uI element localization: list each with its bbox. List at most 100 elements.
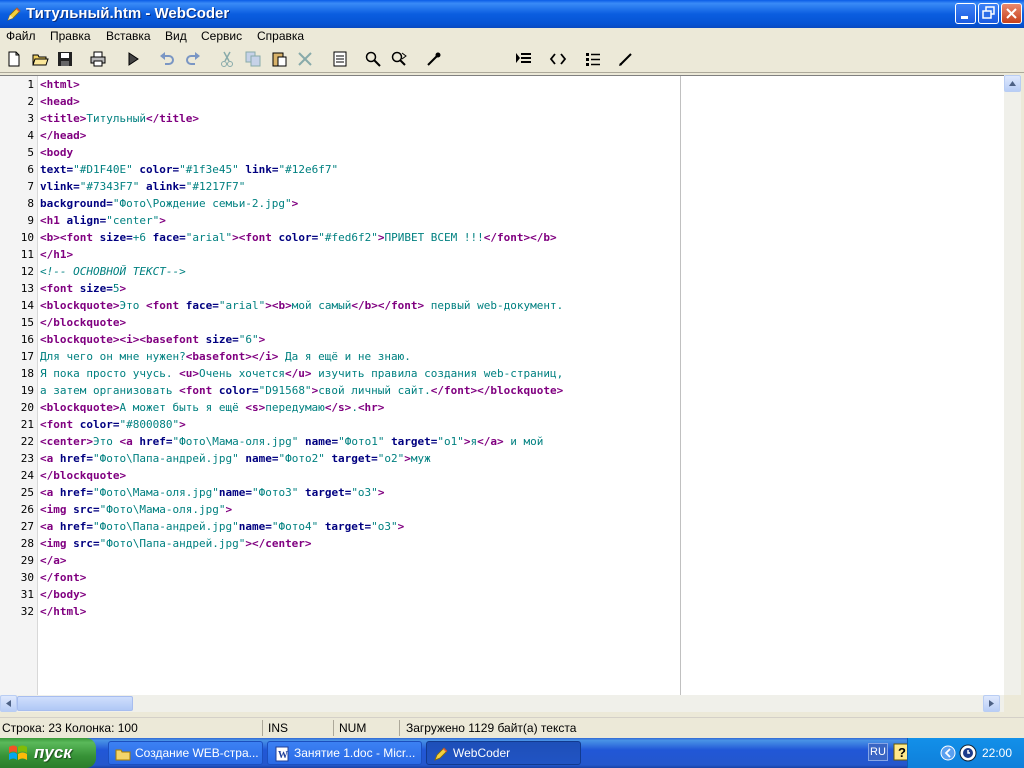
code-token: <s>	[245, 401, 266, 414]
code-line[interactable]: text="#D1F40E" color="#1f3e45" link="#12…	[40, 163, 338, 177]
menu-insert[interactable]: Вставка	[106, 29, 151, 43]
code-token: </h1>	[40, 248, 74, 261]
code-line[interactable]: Я пока просто учусь. <u>Очень хочется</u…	[40, 367, 563, 381]
code-line[interactable]: <img src="Фото\Папа-андрей.jpg"></center…	[40, 537, 312, 551]
code-token: Я пока просто учусь.	[40, 367, 180, 380]
code-line[interactable]: background="Фото\Рождение семьи-2.jpg">	[40, 197, 298, 211]
language-indicator[interactable]: RU	[868, 743, 888, 761]
close-button[interactable]	[1001, 3, 1022, 24]
code-line[interactable]: <title>Титульный</title>	[40, 112, 199, 126]
code-token: первый web-документ.	[424, 299, 564, 312]
title-bar[interactable]: Титульный.htm - WebCoder	[0, 0, 1024, 28]
code-line[interactable]: Для чего он мне нужен?<basefont></i> Да …	[40, 350, 411, 364]
code-token: </blockquote>	[40, 316, 127, 329]
code-token: <title>	[40, 112, 87, 125]
start-label: пуск	[34, 743, 72, 762]
code-line[interactable]: <b><font size=+6 face="arial"><font colo…	[40, 231, 557, 245]
delete-icon[interactable]	[296, 50, 314, 68]
code-line[interactable]: <img src="Фото\Мама-оля.jpg">	[40, 503, 232, 517]
taskbar: пуск Создание WEB-стра... W Занятие 1.do…	[0, 738, 1024, 768]
code-line[interactable]: </font>	[40, 571, 86, 585]
code-token: <img	[40, 503, 67, 516]
code-line[interactable]: </a>	[40, 554, 67, 568]
code-line[interactable]: </blockquote>	[40, 469, 126, 483]
cut-icon[interactable]	[218, 50, 236, 68]
code-line[interactable]: <blockquote><i><basefont size="6">	[40, 333, 265, 347]
task-button-word[interactable]: W Занятие 1.doc - Micr...	[267, 741, 422, 765]
code-area[interactable]: <html> <head> <title>Титульный</title> </he…	[40, 76, 680, 696]
line-number: 21	[20, 418, 34, 431]
start-button[interactable]: пуск	[0, 738, 96, 768]
vertical-scrollbar[interactable]	[1004, 75, 1021, 695]
menu-service[interactable]: Сервис	[201, 29, 242, 43]
horizontal-scrollbar[interactable]	[0, 695, 1004, 712]
code-line[interactable]: <a href="Фото\Мама-оля.jpg"name="Фото3" …	[40, 486, 384, 500]
pen-icon[interactable]	[617, 50, 635, 68]
menu-bar: Файл Правка Вставка Вид Сервис Справка	[0, 28, 1024, 46]
code-line[interactable]: <center>Это <a href="Фото\Мама-оля.jpg" …	[40, 435, 543, 449]
code-line[interactable]: <a href="Фото\Папа-андрей.jpg"name="Фото…	[40, 520, 404, 534]
scroll-left-button[interactable]	[0, 695, 17, 712]
restore-icon	[982, 6, 995, 19]
code-token: src=	[73, 503, 100, 516]
tag-brackets-icon[interactable]	[549, 50, 567, 68]
code-line[interactable]: <head>	[40, 95, 80, 109]
paste-icon[interactable]	[270, 50, 288, 68]
code-line[interactable]: <html>	[40, 78, 80, 92]
list-options-icon[interactable]	[584, 50, 602, 68]
code-line[interactable]: <blockquote>Это <font face="arial"><b>мо…	[40, 299, 563, 313]
task-button-webcoder[interactable]: WebCoder	[426, 741, 581, 765]
copy-icon[interactable]	[244, 50, 262, 68]
code-line[interactable]: <h1 align="center">	[40, 214, 166, 228]
print-icon[interactable]	[89, 50, 107, 68]
horizontal-scroll-thumb[interactable]	[17, 696, 133, 711]
task-button-browser[interactable]: Создание WEB-стра...	[108, 741, 263, 765]
code-token: .	[351, 401, 358, 414]
replace-icon[interactable]	[390, 50, 408, 68]
save-icon[interactable]	[56, 50, 74, 68]
code-line[interactable]: а затем организовать <font color="D91568…	[40, 384, 563, 398]
code-line[interactable]: <font size=5>	[40, 282, 126, 296]
run-preview-icon[interactable]	[124, 50, 142, 68]
code-line[interactable]: </h1>	[40, 248, 73, 262]
open-folder-icon[interactable]	[31, 50, 49, 68]
code-line[interactable]: <font color="#800080">	[40, 418, 186, 432]
code-token: "#fed6f2"	[318, 231, 378, 244]
menu-file[interactable]: Файл	[6, 29, 36, 43]
color-picker-icon[interactable]	[425, 50, 443, 68]
line-number: 29	[20, 554, 34, 567]
code-line[interactable]: </html>	[40, 605, 86, 619]
code-token: <font	[145, 299, 180, 312]
clock-app-icon[interactable]	[959, 744, 977, 762]
code-line[interactable]: </head>	[40, 129, 86, 143]
menu-view[interactable]: Вид	[165, 29, 187, 43]
menu-edit[interactable]: Правка	[50, 29, 91, 43]
menu-help[interactable]: Справка	[257, 29, 304, 43]
font-size-list-icon[interactable]	[515, 50, 533, 68]
code-token: align=	[66, 214, 107, 227]
minimize-button[interactable]	[955, 3, 976, 24]
code-line[interactable]: </body>	[40, 588, 86, 602]
new-file-icon[interactable]	[5, 50, 23, 68]
undo-icon[interactable]	[158, 50, 176, 68]
code-line[interactable]: <!-- ОСНОВНОЙ ТЕКСТ-->	[40, 265, 186, 279]
scroll-up-button[interactable]	[1004, 75, 1021, 92]
scroll-right-button[interactable]	[983, 695, 1000, 712]
code-editor[interactable]: 1 2 3 4 5 6 7 8 9 10 11 12 13 14 15 16 17 18 19 20 21 22 23 24 2…	[0, 75, 1004, 696]
code-line[interactable]: <a href="Фото\Папа-андрей.jpg" name="Фот…	[40, 452, 431, 466]
status-separator	[399, 720, 400, 736]
select-all-icon[interactable]	[331, 50, 349, 68]
find-icon[interactable]	[364, 50, 382, 68]
code-token: color=	[139, 163, 180, 176]
restore-button[interactable]	[978, 3, 999, 24]
redo-icon[interactable]	[184, 50, 202, 68]
show-hidden-icons-icon[interactable]	[940, 745, 956, 761]
code-line[interactable]: <blockquote>А может быть я ещё <s>переду…	[40, 401, 384, 415]
code-line[interactable]: <body	[40, 146, 73, 160]
code-token: vlink=	[40, 180, 80, 193]
code-token: "Фото\Папа-андрей.jpg"	[93, 452, 239, 465]
code-token: <body	[40, 146, 74, 159]
code-line[interactable]: </blockquote>	[40, 316, 126, 330]
code-line[interactable]: vlink="#7343F7" alink="#1217F7"	[40, 180, 245, 194]
